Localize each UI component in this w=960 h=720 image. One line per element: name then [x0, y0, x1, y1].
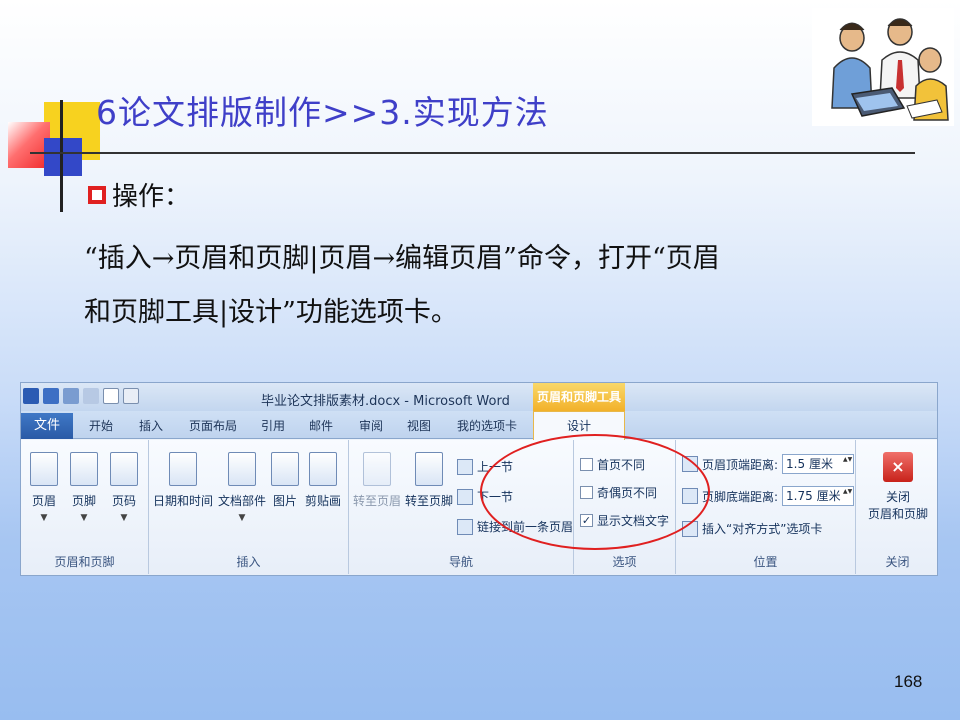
tab-file[interactable]: 文件: [21, 413, 73, 439]
group-label-navigation: 导航: [448, 555, 473, 569]
word-ribbon-screenshot: 毕业论文排版素材.docx - Microsoft Word 页眉和页脚工具 文…: [20, 382, 938, 576]
goto-header-button[interactable]: 转至页眉: [353, 452, 401, 509]
insert-alignment-tab-button[interactable]: 插入“对齐方式”选项卡: [682, 520, 822, 537]
close-button-line2: 页眉和页脚: [867, 507, 928, 521]
header-distance-label: 页眉顶端距离:: [702, 457, 779, 472]
tab-my-tab[interactable]: 我的选项卡: [457, 417, 517, 434]
window-titlebar: 毕业论文排版素材.docx - Microsoft Word 页眉和页脚工具: [21, 383, 937, 411]
quick-parts-button[interactable]: 文档部件 ▼: [215, 452, 269, 523]
quick-parts-icon: [228, 452, 256, 486]
bullet-square-icon: [88, 185, 106, 204]
picture-icon: [271, 452, 299, 486]
group-label-options: 选项: [612, 555, 637, 569]
goto-header-icon: [363, 452, 391, 486]
previous-section-icon: [457, 458, 473, 475]
goto-footer-icon: [415, 452, 443, 486]
bullet-label: 操作：: [112, 182, 191, 212]
page-number: 168: [894, 672, 923, 691]
highlight-oval: [480, 434, 710, 550]
footer-icon: [70, 452, 98, 486]
header-button[interactable]: 页眉 ▼: [27, 452, 61, 523]
goto-footer-label: 转至页脚: [405, 494, 454, 508]
tab-page-layout[interactable]: 页面布局: [189, 417, 237, 434]
group-label-position: 位置: [753, 555, 778, 569]
word-logo-icon[interactable]: [23, 388, 39, 404]
tab-references[interactable]: 引用: [261, 417, 285, 434]
group-label-header-footer: 页眉和页脚: [54, 555, 115, 569]
instruction-paragraph: “插入→页眉和页脚|页眉→编辑页眉”命令，打开“页眉 和页脚工具|设计”功能选项…: [84, 232, 914, 340]
quick-parts-label: 文档部件: [217, 494, 266, 508]
close-button-line1: 关闭: [885, 490, 910, 504]
page-number-icon: [110, 452, 138, 486]
header-icon: [30, 452, 58, 486]
undo-icon[interactable]: [63, 388, 79, 404]
decor-blue-square: [44, 138, 82, 176]
tab-review[interactable]: 审阅: [359, 417, 383, 434]
group-header-footer: 页眉 ▼ 页脚 ▼ 页码 ▼ 页眉和页脚: [21, 440, 149, 574]
redo-icon[interactable]: [83, 388, 99, 404]
tab-home[interactable]: 开始: [89, 417, 113, 434]
bullet-item: 操作：: [88, 176, 190, 213]
footer-button-label: 页脚: [71, 494, 96, 508]
footer-button[interactable]: 页脚 ▼: [67, 452, 101, 523]
date-time-button[interactable]: 日期和时间: [153, 452, 213, 509]
clip-art-label: 剪贴画: [304, 494, 341, 508]
dropdown-arrow-icon: ▼: [238, 513, 246, 523]
tab-view[interactable]: 视图: [407, 417, 431, 434]
tab-insert[interactable]: 插入: [139, 417, 163, 434]
picture-label: 图片: [272, 494, 297, 508]
clip-art-button[interactable]: 剪贴画: [303, 452, 343, 509]
paragraph-line-1: “插入→页眉和页脚|页眉→编辑页眉”命令，打开“页眉: [84, 243, 720, 274]
paragraph-line-2: 和页脚工具|设计”功能选项卡。: [84, 297, 458, 328]
group-insert: 日期和时间 文档部件 ▼ 图片 剪贴画 插入: [149, 440, 349, 574]
date-time-label: 日期和时间: [153, 494, 214, 508]
close-header-footer-button[interactable]: × 关闭 页眉和页脚: [860, 452, 936, 522]
new-document-icon[interactable]: [103, 388, 119, 404]
picture-button[interactable]: 图片: [269, 452, 301, 509]
group-close: × 关闭 页眉和页脚 关闭: [856, 440, 937, 574]
context-tab-title: 页眉和页脚工具: [533, 383, 625, 411]
title-underline: [30, 152, 915, 154]
decor-vertical-line: [60, 100, 63, 212]
quick-access-toolbar: [23, 388, 139, 404]
ribbon-body: 页眉 ▼ 页脚 ▼ 页码 ▼ 页眉和页脚 日期和时间 文档部件 ▼ 图片 剪贴画…: [21, 440, 937, 575]
close-icon: ×: [883, 452, 913, 482]
header-button-label: 页眉: [31, 494, 56, 508]
slide-title: 6论文排版制作>>3.实现方法: [96, 93, 549, 132]
page-number-button[interactable]: 页码 ▼: [107, 452, 141, 523]
page-number-button-label: 页码: [111, 494, 136, 508]
window-title: 毕业论文排版素材.docx - Microsoft Word: [261, 394, 510, 409]
link-icon: [457, 518, 473, 535]
next-section-icon: [457, 488, 473, 505]
footer-distance-input[interactable]: 1.75 厘米: [782, 486, 855, 506]
dropdown-arrow-icon: ▼: [120, 513, 128, 523]
people-at-computer-clipart: [812, 8, 954, 126]
goto-header-label: 转至页眉: [353, 494, 402, 508]
clip-art-icon: [309, 452, 337, 486]
calendar-icon: [169, 452, 197, 486]
ribbon-tab-bar: 文件 开始 插入 页面布局 引用 邮件 审阅 视图 我的选项卡 设计: [21, 411, 937, 440]
goto-footer-button[interactable]: 转至页脚: [405, 452, 453, 509]
footer-distance-label: 页脚底端距离:: [702, 489, 779, 504]
save-icon[interactable]: [43, 388, 59, 404]
dropdown-arrow-icon: ▼: [40, 513, 48, 523]
group-label-insert: 插入: [236, 555, 261, 569]
dropdown-arrow-icon: ▼: [80, 513, 88, 523]
print-preview-icon[interactable]: [123, 388, 139, 404]
header-distance-row: 页眉顶端距离: 1.5 厘米: [682, 454, 855, 474]
header-distance-input[interactable]: 1.5 厘米: [782, 454, 855, 474]
group-label-close: 关闭: [885, 555, 910, 569]
insert-alignment-tab-label: 插入“对齐方式”选项卡: [702, 522, 823, 536]
tab-mailings[interactable]: 邮件: [309, 417, 333, 434]
